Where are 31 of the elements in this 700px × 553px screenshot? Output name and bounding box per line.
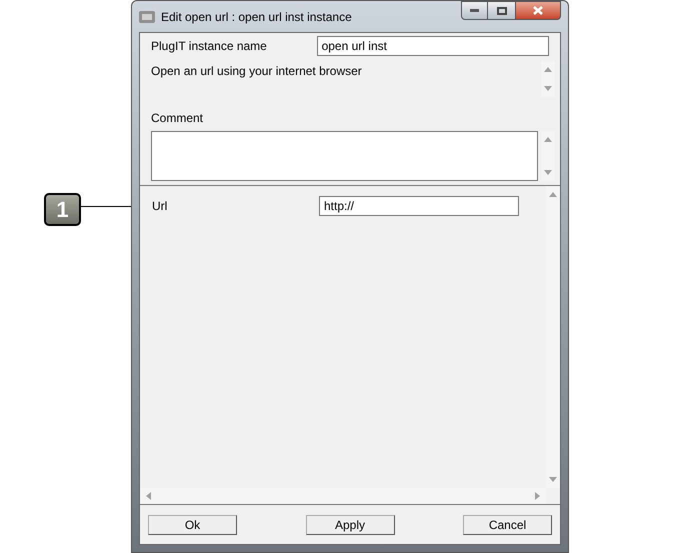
dialog-button[interactable]: Apply: [306, 514, 394, 534]
app-icon: [139, 10, 155, 24]
field-label: PlugIT instance name: [151, 38, 268, 55]
scroll-right-icon[interactable]: [535, 492, 540, 500]
scroll-up-icon[interactable]: [549, 192, 557, 197]
field-label: Url: [152, 198, 168, 215]
vertical-scrollbar[interactable]: [541, 131, 555, 181]
window-title: Edit open url : open url inst instance: [161, 8, 352, 26]
dialog-button[interactable]: Cancel: [463, 514, 552, 534]
scroll-left-icon[interactable]: [146, 492, 151, 500]
minimize-button[interactable]: [461, 1, 488, 20]
vertical-scrollbar[interactable]: [546, 186, 560, 488]
close-button[interactable]: [515, 1, 561, 20]
scroll-down-icon[interactable]: [549, 477, 557, 482]
minimize-icon: [470, 9, 479, 12]
comment-label: Comment: [151, 110, 204, 127]
maximize-icon: [496, 6, 506, 14]
scroll-up-icon[interactable]: [544, 137, 552, 142]
horizontal-scrollbar[interactable]: [140, 488, 546, 504]
callout-badge: 1: [44, 193, 81, 226]
url-field[interactable]: http://: [319, 196, 519, 216]
scroll-up-icon[interactable]: [544, 67, 552, 72]
comment-field[interactable]: [151, 131, 538, 181]
instance-name-field[interactable]: open url inst: [316, 36, 549, 56]
close-icon: [533, 6, 543, 15]
scroll-down-icon[interactable]: [544, 86, 552, 91]
dialog-button[interactable]: Ok: [148, 514, 237, 534]
description-text: Open an url using your internet browser: [151, 63, 363, 80]
vertical-scrollbar[interactable]: [541, 61, 555, 97]
maximize-button[interactable]: [488, 1, 515, 20]
scroll-down-icon[interactable]: [544, 170, 552, 175]
